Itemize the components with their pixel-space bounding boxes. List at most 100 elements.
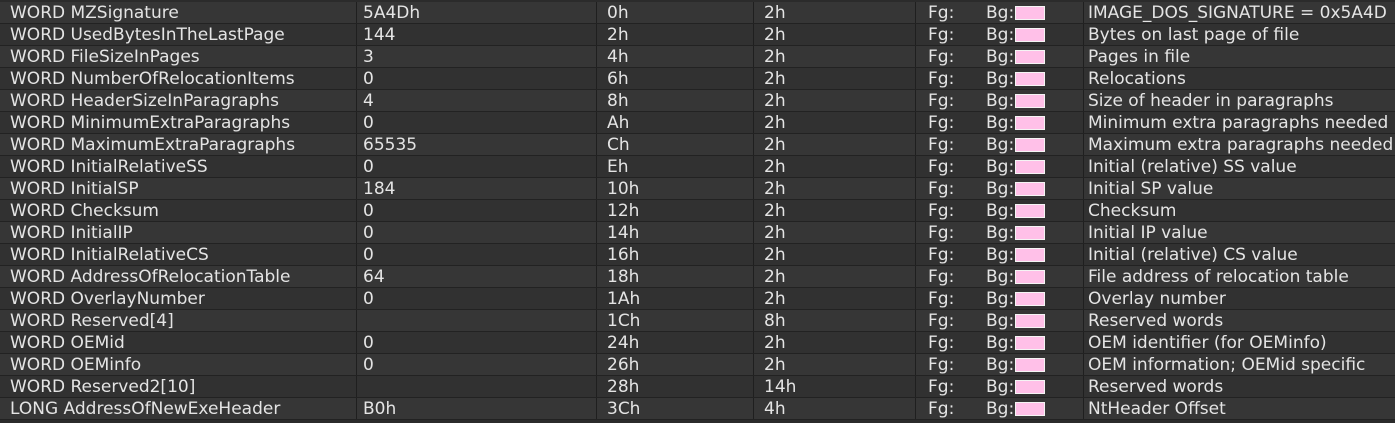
- bg-color-cell[interactable]: Bg:: [977, 310, 1084, 331]
- bg-color-swatch[interactable]: [1015, 203, 1046, 218]
- field-comment-cell[interactable]: Maximum extra paragraphs needed: [1084, 134, 1395, 155]
- field-name-cell[interactable]: WORD OEMid: [0, 332, 357, 353]
- bg-color-cell[interactable]: Bg:: [977, 46, 1084, 67]
- table-row[interactable]: WORD Checksum 0 12h 2h Fg: Bg: Checksum: [0, 200, 1395, 222]
- bg-color-swatch[interactable]: [1015, 93, 1046, 108]
- field-size-cell[interactable]: 2h: [754, 112, 916, 133]
- field-start-cell[interactable]: 1Ch: [597, 310, 754, 331]
- field-name-cell[interactable]: WORD MZSignature: [0, 2, 357, 23]
- table-row[interactable]: LONG AddressOfNewExeHeader B0h 3Ch 4h Fg: Bg:…: [0, 398, 1395, 420]
- field-size-cell[interactable]: 2h: [754, 2, 916, 23]
- fg-color-cell[interactable]: Fg:: [916, 354, 977, 375]
- field-comment-cell[interactable]: Initial (relative) SS value: [1084, 156, 1395, 177]
- fg-color-cell[interactable]: Fg:: [916, 90, 977, 111]
- table-row[interactable]: WORD UsedBytesInTheLastPage 144 2h 2h Fg: Bg:…: [0, 24, 1395, 46]
- fg-color-cell[interactable]: Fg:: [916, 332, 977, 353]
- fg-color-cell[interactable]: Fg:: [916, 112, 977, 133]
- bg-color-swatch[interactable]: [1015, 269, 1046, 284]
- fg-color-cell[interactable]: Fg:: [916, 222, 977, 243]
- field-value-cell[interactable]: 0: [357, 68, 597, 89]
- field-comment-cell[interactable]: Initial IP value: [1084, 222, 1395, 243]
- bg-color-swatch[interactable]: [1015, 115, 1046, 130]
- field-name-cell[interactable]: WORD HeaderSizeInParagraphs: [0, 90, 357, 111]
- fg-color-cell[interactable]: Fg:: [916, 266, 977, 287]
- table-row[interactable]: WORD Reserved[4] 1Ch 8h Fg: Bg: Reserved word…: [0, 310, 1395, 332]
- table-row[interactable]: WORD AddressOfRelocationTable 64 18h 2h Fg: B…: [0, 266, 1395, 288]
- bg-color-cell[interactable]: Bg:: [977, 156, 1084, 177]
- field-start-cell[interactable]: 2h: [597, 24, 754, 45]
- table-row[interactable]: WORD InitialRelativeCS 0 16h 2h Fg: Bg: Initia…: [0, 244, 1395, 266]
- field-start-cell[interactable]: 14h: [597, 222, 754, 243]
- field-comment-cell[interactable]: Pages in file: [1084, 46, 1395, 67]
- field-value-cell[interactable]: 5A4Dh: [357, 2, 597, 23]
- fg-color-cell[interactable]: Fg:: [916, 178, 977, 199]
- bg-color-swatch[interactable]: [1015, 49, 1046, 64]
- field-value-cell[interactable]: [357, 310, 597, 331]
- bg-color-swatch[interactable]: [1015, 357, 1046, 372]
- table-row[interactable]: WORD MinimumExtraParagraphs 0 Ah 2h Fg: Bg: Mi…: [0, 112, 1395, 134]
- fg-color-cell[interactable]: Fg:: [916, 24, 977, 45]
- field-comment-cell[interactable]: Size of header in paragraphs: [1084, 90, 1395, 111]
- field-value-cell[interactable]: 0: [357, 332, 597, 353]
- fg-color-cell[interactable]: Fg:: [916, 2, 977, 23]
- bg-color-cell[interactable]: Bg:: [977, 288, 1084, 309]
- field-value-cell[interactable]: 3: [357, 46, 597, 67]
- table-row[interactable]: WORD MZSignature 5A4Dh 0h 2h Fg: Bg: IMAGE_DOS…: [0, 2, 1395, 24]
- field-comment-cell[interactable]: File address of relocation table: [1084, 266, 1395, 287]
- field-comment-cell[interactable]: Overlay number: [1084, 288, 1395, 309]
- field-size-cell[interactable]: 2h: [754, 332, 916, 353]
- field-start-cell[interactable]: 1Ah: [597, 288, 754, 309]
- field-name-cell[interactable]: WORD MaximumExtraParagraphs: [0, 134, 357, 155]
- field-size-cell[interactable]: 2h: [754, 90, 916, 111]
- fg-color-cell[interactable]: Fg:: [916, 244, 977, 265]
- table-row[interactable]: WORD InitialSP 184 10h 2h Fg: Bg: Initial SP v…: [0, 178, 1395, 200]
- bg-color-cell[interactable]: Bg:: [977, 398, 1084, 419]
- field-value-cell[interactable]: 4: [357, 90, 597, 111]
- bg-color-swatch[interactable]: [1015, 71, 1046, 86]
- field-value-cell[interactable]: 65535: [357, 134, 597, 155]
- table-row[interactable]: WORD MaximumExtraParagraphs 65535 Ch 2h Fg: B…: [0, 134, 1395, 156]
- field-value-cell[interactable]: 0: [357, 112, 597, 133]
- field-start-cell[interactable]: 0h: [597, 2, 754, 23]
- bg-color-cell[interactable]: Bg:: [977, 376, 1084, 397]
- field-start-cell[interactable]: 3Ch: [597, 398, 754, 419]
- bg-color-cell[interactable]: Bg:: [977, 68, 1084, 89]
- field-name-cell[interactable]: WORD NumberOfRelocationItems: [0, 68, 357, 89]
- bg-color-swatch[interactable]: [1015, 313, 1046, 328]
- field-start-cell[interactable]: 12h: [597, 200, 754, 221]
- field-start-cell[interactable]: 6h: [597, 68, 754, 89]
- field-value-cell[interactable]: [357, 376, 597, 397]
- field-name-cell[interactable]: WORD MinimumExtraParagraphs: [0, 112, 357, 133]
- field-size-cell[interactable]: 2h: [754, 354, 916, 375]
- table-row[interactable]: WORD Reserved2[10] 28h 14h Fg: Bg: Reserved w…: [0, 376, 1395, 398]
- field-start-cell[interactable]: Ch: [597, 134, 754, 155]
- field-value-cell[interactable]: 0: [357, 200, 597, 221]
- field-name-cell[interactable]: WORD Reserved[4]: [0, 310, 357, 331]
- field-comment-cell[interactable]: Relocations: [1084, 68, 1395, 89]
- table-row[interactable]: WORD OverlayNumber 0 1Ah 2h Fg: Bg: Overlay nu…: [0, 288, 1395, 310]
- bg-color-swatch[interactable]: [1015, 137, 1046, 152]
- field-name-cell[interactable]: WORD InitialIP: [0, 222, 357, 243]
- fg-color-cell[interactable]: Fg:: [916, 310, 977, 331]
- fg-color-cell[interactable]: Fg:: [916, 156, 977, 177]
- bg-color-swatch[interactable]: [1015, 159, 1046, 174]
- bg-color-cell[interactable]: Bg:: [977, 354, 1084, 375]
- field-value-cell[interactable]: 0: [357, 156, 597, 177]
- field-start-cell[interactable]: 26h: [597, 354, 754, 375]
- field-name-cell[interactable]: WORD InitialRelativeSS: [0, 156, 357, 177]
- field-size-cell[interactable]: 2h: [754, 68, 916, 89]
- bg-color-cell[interactable]: Bg:: [977, 134, 1084, 155]
- field-comment-cell[interactable]: OEM identifier (for OEMinfo): [1084, 332, 1395, 353]
- field-start-cell[interactable]: 8h: [597, 90, 754, 111]
- field-size-cell[interactable]: 2h: [754, 200, 916, 221]
- field-size-cell[interactable]: 2h: [754, 288, 916, 309]
- bg-color-swatch[interactable]: [1015, 247, 1046, 262]
- field-name-cell[interactable]: WORD Checksum: [0, 200, 357, 221]
- field-start-cell[interactable]: 28h: [597, 376, 754, 397]
- field-size-cell[interactable]: 4h: [754, 398, 916, 419]
- bg-color-cell[interactable]: Bg:: [977, 24, 1084, 45]
- field-comment-cell[interactable]: Reserved words: [1084, 310, 1395, 331]
- field-size-cell[interactable]: 14h: [754, 376, 916, 397]
- field-start-cell[interactable]: 16h: [597, 244, 754, 265]
- field-value-cell[interactable]: 144: [357, 24, 597, 45]
